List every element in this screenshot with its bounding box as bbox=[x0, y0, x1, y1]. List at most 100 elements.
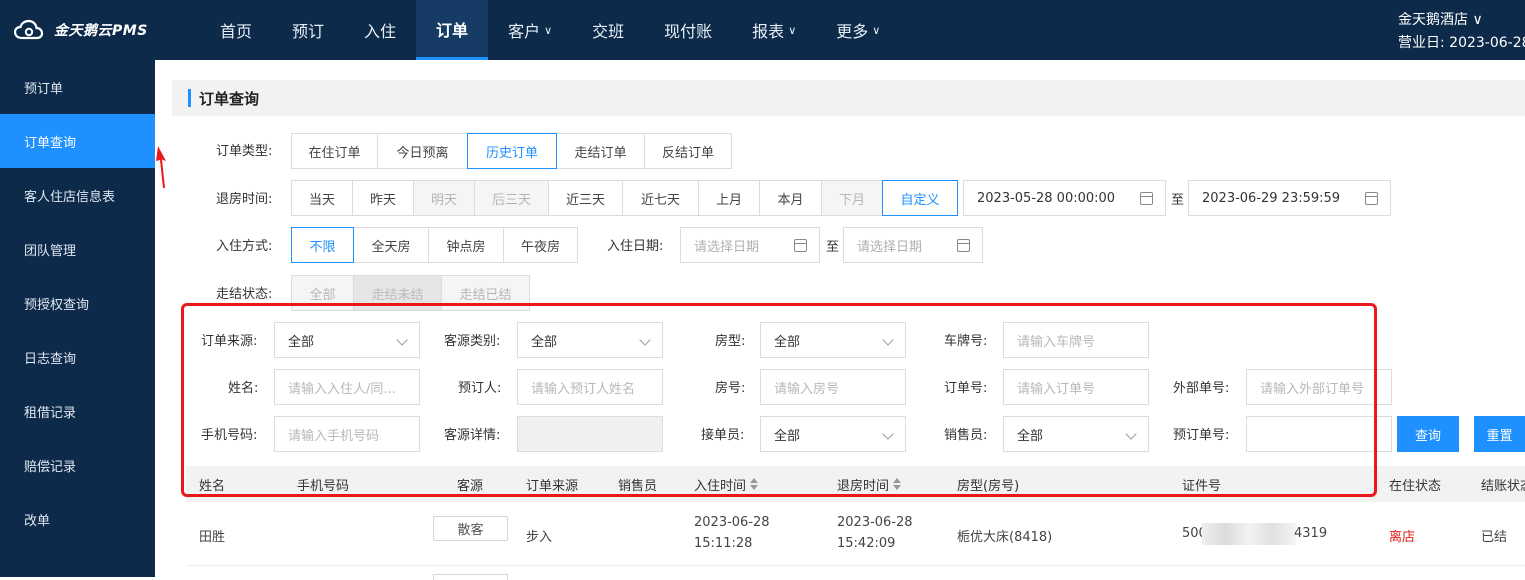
checkout-next-month[interactable]: 下月 bbox=[821, 180, 883, 216]
guest-source-type-label: 客源类别: bbox=[444, 334, 501, 349]
receiver-select[interactable]: 全部 bbox=[760, 416, 906, 452]
order-type-walkout[interactable]: 走结订单 bbox=[556, 133, 645, 169]
nav-customers[interactable]: 客户 ∨ bbox=[488, 0, 572, 60]
checkout-yesterday[interactable]: 昨天 bbox=[352, 180, 414, 216]
logo-text: 金天鹅云PMS bbox=[54, 23, 148, 39]
room-type-select[interactable]: 全部 bbox=[760, 322, 906, 358]
th-checkin-time[interactable]: 入住时间 bbox=[694, 466, 759, 502]
nav-shift[interactable]: 交班 bbox=[572, 0, 644, 60]
sidebar-item-reservations[interactable]: 预订单 bbox=[0, 60, 155, 114]
sidebar-item-group-management[interactable]: 团队管理 bbox=[0, 222, 155, 276]
order-source-select[interactable]: 全部 bbox=[274, 322, 420, 358]
external-no-input[interactable]: 请输入外部订单号 bbox=[1246, 369, 1392, 405]
name-input[interactable]: 请输入入住人/同... bbox=[274, 369, 420, 405]
order-type-due-out-today[interactable]: 今日预离 bbox=[377, 133, 468, 169]
settle-status-all[interactable]: 全部 bbox=[291, 275, 354, 311]
hotel-selector[interactable]: 金天鹅酒店 ∨ bbox=[1398, 9, 1483, 29]
order-type-segment: 在住订单 今日预离 历史订单 走结订单 反结订单 bbox=[291, 133, 732, 169]
room-no-input[interactable]: 请输入房号 bbox=[760, 369, 906, 405]
source-detail-input[interactable] bbox=[517, 416, 663, 452]
order-no-label: 订单号: bbox=[944, 381, 988, 396]
checkin-mode-hourly[interactable]: 钟点房 bbox=[428, 227, 504, 263]
checkout-this-month[interactable]: 本月 bbox=[759, 180, 822, 216]
app-logo[interactable]: 金天鹅云PMS bbox=[14, 18, 148, 42]
room-type-label: 房型: bbox=[715, 334, 746, 349]
checkout-next-three-days[interactable]: 后三天 bbox=[474, 180, 549, 216]
cell-checkin-date: 2023-06-28 bbox=[694, 515, 770, 530]
th-id-no: 证件号 bbox=[1182, 478, 1222, 494]
nav-reports[interactable]: 报表 ∨ bbox=[732, 0, 816, 60]
reset-button[interactable]: 重置 bbox=[1474, 416, 1525, 452]
cell-checkout-time: 15:42:09 bbox=[837, 536, 896, 551]
th-checkout-time[interactable]: 退房时间 bbox=[837, 466, 902, 502]
order-type-in-house[interactable]: 在住订单 bbox=[291, 133, 378, 169]
salesperson-select[interactable]: 全部 bbox=[1003, 416, 1149, 452]
calendar-icon bbox=[794, 239, 807, 252]
booking-no-label: 预订单号: bbox=[1173, 428, 1230, 443]
checkout-time-label: 退房时间: bbox=[216, 192, 273, 207]
sidebar-item-rental-records[interactable]: 租借记录 bbox=[0, 384, 155, 438]
source-tag: 散客 bbox=[433, 516, 508, 541]
checkin-mode-full-day[interactable]: 全天房 bbox=[353, 227, 429, 263]
booking-no-input[interactable] bbox=[1246, 416, 1392, 452]
checkin-mode-midnight[interactable]: 午夜房 bbox=[503, 227, 578, 263]
chevron-down-icon bbox=[396, 334, 408, 346]
checkin-mode-segment: 不限 全天房 钟点房 午夜房 bbox=[291, 227, 578, 263]
sidebar-item-preauth-query[interactable]: 预授权查询 bbox=[0, 276, 155, 330]
chevron-down-icon bbox=[1125, 428, 1137, 440]
checkin-date-label: 入住日期: bbox=[607, 239, 664, 254]
th-order-source: 订单来源 bbox=[526, 478, 579, 494]
sidebar-item-compensation-records[interactable]: 赔偿记录 bbox=[0, 438, 155, 492]
checkout-tomorrow[interactable]: 明天 bbox=[413, 180, 475, 216]
cloud-logo-icon bbox=[14, 19, 44, 40]
checkin-end-date[interactable]: 请选择日期 bbox=[843, 227, 983, 263]
external-no-label: 外部单号: bbox=[1173, 381, 1230, 396]
nav-checkin[interactable]: 入住 bbox=[344, 0, 416, 60]
checkout-last-seven-days[interactable]: 近七天 bbox=[622, 180, 699, 216]
order-type-label: 订单类型: bbox=[216, 144, 273, 159]
query-button[interactable]: 查询 bbox=[1397, 416, 1459, 452]
checkout-custom[interactable]: 自定义 bbox=[882, 180, 958, 216]
phone-label: 手机号码: bbox=[201, 428, 258, 443]
order-no-input[interactable]: 请输入订单号 bbox=[1003, 369, 1149, 405]
sidebar-item-guest-stay-info[interactable]: 客人住店信息表 bbox=[0, 168, 155, 222]
table-row[interactable]: 田胜 散客 步入 2023-06-28 15:11:28 2023-06-28 … bbox=[186, 502, 1525, 566]
th-phone: 手机号码 bbox=[297, 478, 350, 494]
phone-input[interactable]: 请输入手机号码 bbox=[274, 416, 420, 452]
sidebar-item-modify-order[interactable]: 改单 bbox=[0, 492, 155, 546]
settle-status-unsettled[interactable]: 走结未结 bbox=[353, 275, 442, 311]
chevron-down-icon bbox=[639, 334, 651, 346]
date-range-separator: 至 bbox=[1171, 193, 1185, 208]
guest-source-type-select[interactable]: 全部 bbox=[517, 322, 663, 358]
red-arrow-annotation-icon bbox=[156, 146, 166, 188]
sort-icon bbox=[893, 478, 902, 490]
source-detail-label: 客源详情: bbox=[444, 428, 501, 443]
nav-booking[interactable]: 预订 bbox=[272, 0, 344, 60]
nav-orders[interactable]: 订单 bbox=[416, 0, 489, 60]
nav-home[interactable]: 首页 bbox=[200, 0, 272, 60]
order-type-reverse-settle[interactable]: 反结订单 bbox=[644, 133, 732, 169]
settle-status-settled[interactable]: 走结已结 bbox=[441, 275, 530, 311]
checkout-start-date[interactable]: 2023-05-28 00:00:00 bbox=[963, 180, 1166, 216]
nav-cash-account[interactable]: 现付账 bbox=[644, 0, 732, 60]
chevron-down-icon: ∨ bbox=[1472, 12, 1483, 28]
checkout-end-date[interactable]: 2023-06-29 23:59:59 bbox=[1188, 180, 1391, 216]
booker-label: 预订人: bbox=[458, 381, 502, 396]
settle-status-label: 走结状态: bbox=[216, 287, 273, 302]
checkout-today[interactable]: 当天 bbox=[291, 180, 353, 216]
order-type-history[interactable]: 历史订单 bbox=[467, 133, 557, 169]
checkout-last-month[interactable]: 上月 bbox=[698, 180, 760, 216]
cell-order-source: 步入 bbox=[526, 530, 553, 545]
booker-input[interactable]: 请输入预订人姓名 bbox=[517, 369, 663, 405]
sidebar-item-log-query[interactable]: 日志查询 bbox=[0, 330, 155, 384]
checkout-last-three-days[interactable]: 近三天 bbox=[548, 180, 623, 216]
sidebar-item-order-query[interactable]: 订单查询 bbox=[0, 114, 155, 168]
checkin-start-date[interactable]: 请选择日期 bbox=[680, 227, 820, 263]
calendar-icon bbox=[957, 239, 970, 252]
next-row-source-tag bbox=[433, 574, 508, 580]
checkin-mode-any[interactable]: 不限 bbox=[291, 227, 354, 263]
sidebar: 预订单 订单查询 客人住店信息表 团队管理 预授权查询 日志查询 租借记录 赔偿… bbox=[0, 60, 155, 577]
chevron-down-icon: ∨ bbox=[872, 23, 881, 37]
plate-no-input[interactable]: 请输入车牌号 bbox=[1003, 322, 1149, 358]
nav-more[interactable]: 更多 ∨ bbox=[816, 0, 900, 60]
